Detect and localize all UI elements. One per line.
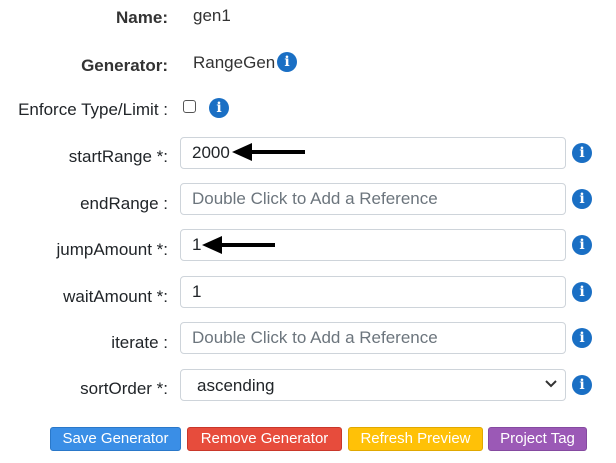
sort-order-select[interactable]: ascending <box>180 369 566 401</box>
name-value: gen1 <box>193 6 231 25</box>
sort-order-value: ascending <box>197 376 275 395</box>
end-range-input[interactable] <box>180 183 566 215</box>
sort-order-label: sortOrder *: <box>80 379 168 398</box>
wait-amount-label: waitAmount *: <box>63 287 168 306</box>
iterate-label: iterate : <box>111 333 168 352</box>
project-tag-button[interactable]: Project Tag <box>488 427 587 451</box>
enforce-label: Enforce Type/Limit : <box>18 100 168 119</box>
jump-amount-label: jumpAmount *: <box>56 240 169 259</box>
end-range-label: endRange : <box>80 194 168 213</box>
arrow-left-icon <box>232 143 305 161</box>
info-icon[interactable]: i <box>572 143 592 163</box>
info-icon[interactable]: i <box>572 375 592 395</box>
info-icon[interactable]: i <box>209 98 229 118</box>
generator-label: Generator: <box>81 56 168 75</box>
info-icon[interactable]: i <box>572 282 592 302</box>
enforce-checkbox[interactable] <box>183 100 196 113</box>
info-icon[interactable]: i <box>572 235 592 255</box>
info-icon[interactable]: i <box>572 328 592 348</box>
iterate-input[interactable] <box>180 322 566 354</box>
wait-amount-input[interactable] <box>180 276 566 308</box>
remove-generator-button[interactable]: Remove Generator <box>187 427 342 451</box>
start-range-label: startRange *: <box>68 147 168 166</box>
info-icon[interactable]: i <box>277 52 297 72</box>
chevron-down-icon <box>545 380 557 388</box>
generator-value: RangeGen <box>193 53 276 72</box>
save-generator-button[interactable]: Save Generator <box>50 427 181 451</box>
name-label: Name: <box>116 8 168 27</box>
info-icon[interactable]: i <box>572 189 592 209</box>
refresh-preview-button[interactable]: Refresh Preview <box>348 427 483 451</box>
arrow-left-icon <box>202 236 275 254</box>
